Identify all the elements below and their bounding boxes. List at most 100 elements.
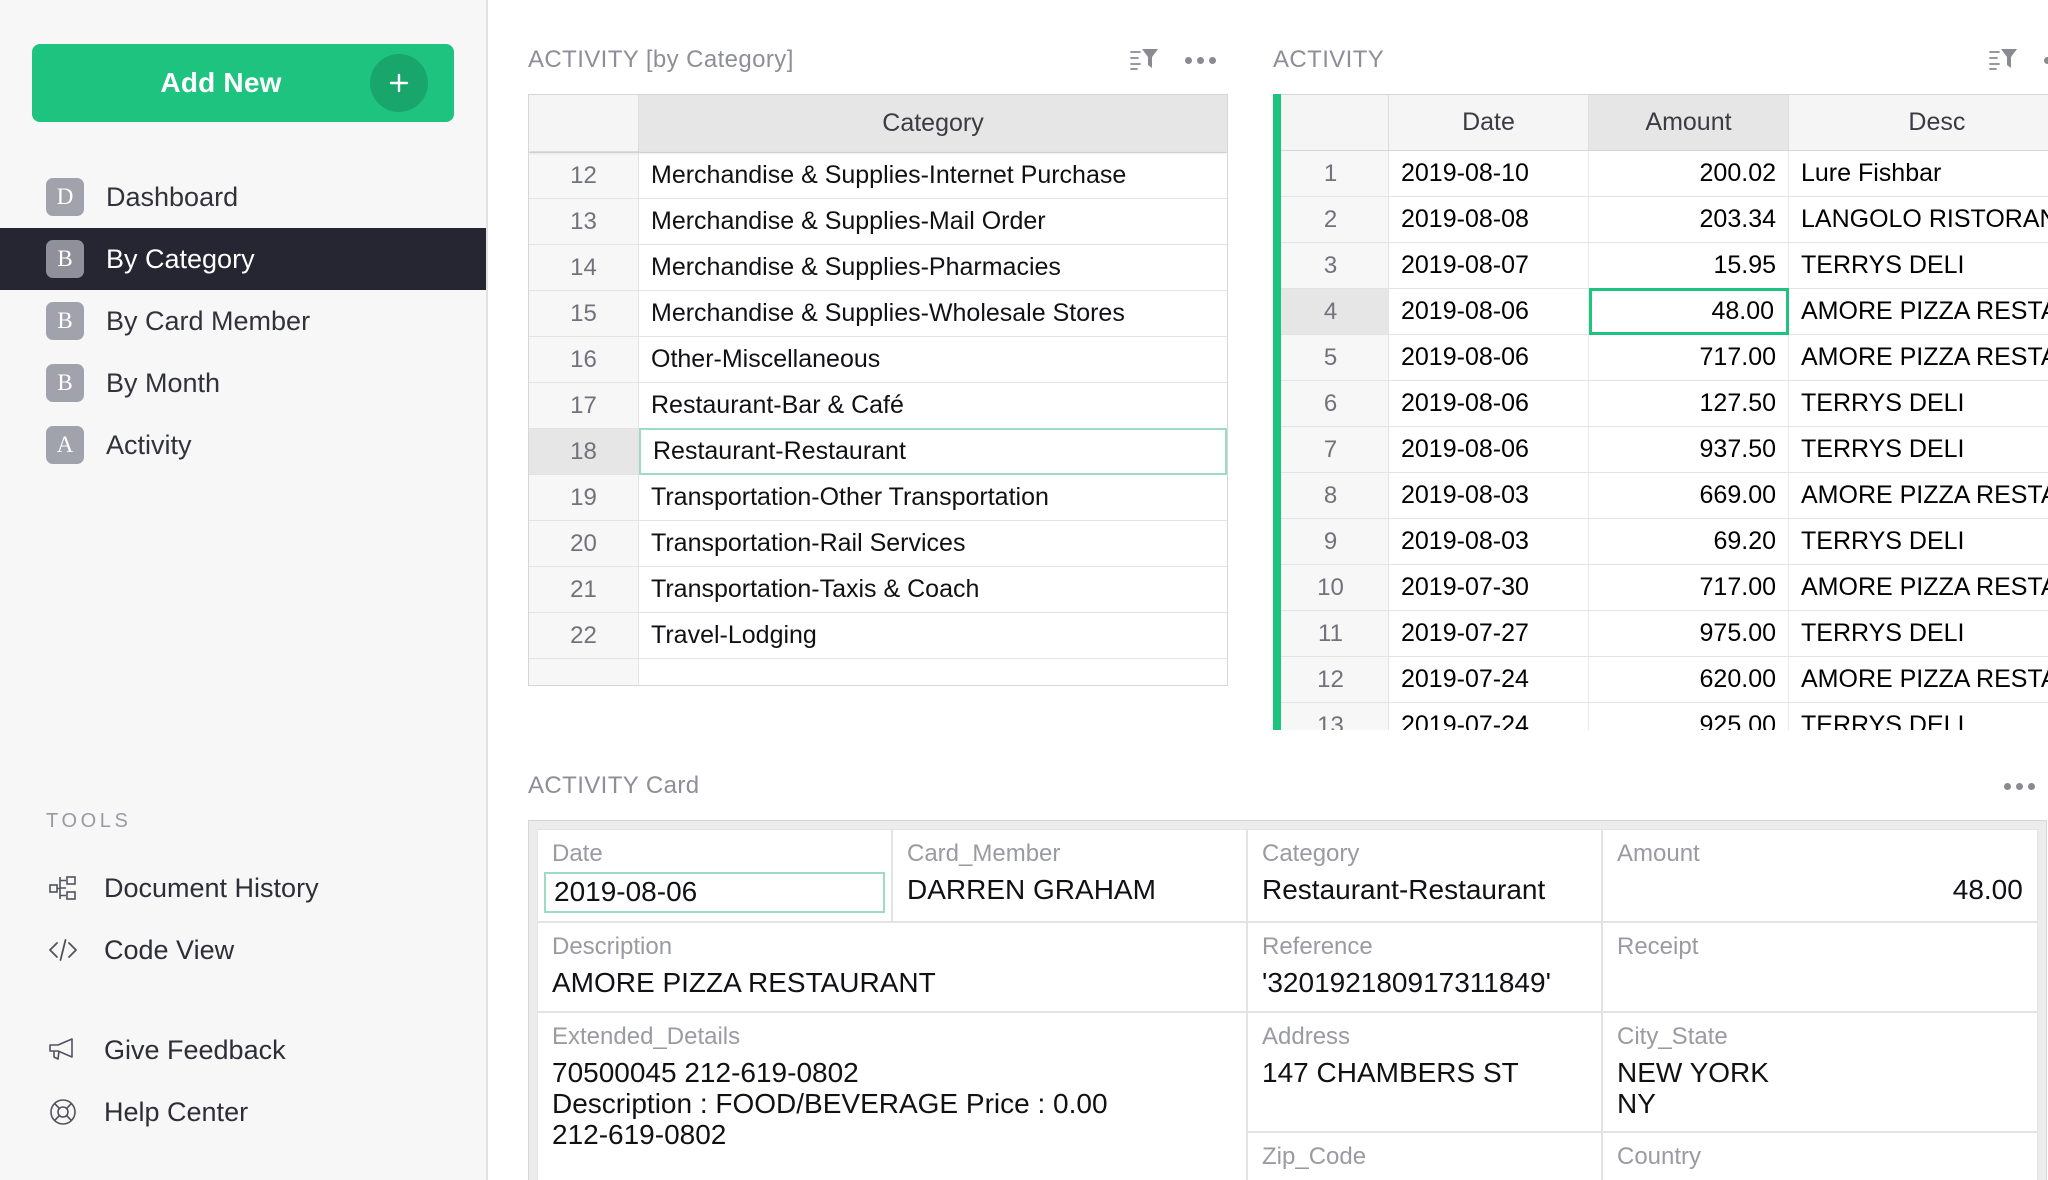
field-value-extended-details-line2[interactable]: Description : FOOD/BEVERAGE Price : 0.00 bbox=[552, 1088, 1232, 1119]
cell-description[interactable]: TERRYS DELI bbox=[1789, 519, 2048, 564]
table-row[interactable]: 19 Transportation-Other Transportation bbox=[529, 475, 1227, 521]
cell-date[interactable]: 2019-08-03 bbox=[1389, 473, 1589, 518]
cell-amount-selected[interactable]: 48.00 bbox=[1589, 288, 1789, 335]
cell-description[interactable]: LANGOLO RISTORANT bbox=[1789, 197, 2048, 242]
more-options-icon[interactable] bbox=[2004, 783, 2035, 790]
table-row-selected[interactable]: 4 2019-08-06 48.00 AMORE PIZZA RESTA bbox=[1273, 289, 2048, 335]
cell-amount[interactable]: 15.95 bbox=[1589, 243, 1789, 288]
field-value-state[interactable]: NY bbox=[1617, 1088, 2023, 1119]
table-row[interactable]: 13 Merchandise & Supplies-Mail Order bbox=[529, 199, 1227, 245]
field-address[interactable]: Address 147 CHAMBERS ST bbox=[1247, 1012, 1602, 1133]
field-date[interactable]: Date 2019-08-06 bbox=[537, 829, 892, 922]
cell-date[interactable]: 2019-07-27 bbox=[1389, 611, 1589, 656]
cell-amount[interactable]: 620.00 bbox=[1589, 657, 1789, 702]
field-value-extended-details-line1[interactable]: 70500045 212-619-0802 bbox=[552, 1057, 1232, 1088]
table-row[interactable]: 20 Transportation-Rail Services bbox=[529, 521, 1227, 567]
field-value-city[interactable]: NEW YORK bbox=[1617, 1057, 2023, 1088]
field-extended-details[interactable]: Extended_Details 70500045 212-619-0802 D… bbox=[537, 1012, 1247, 1180]
table-row[interactable]: 1 2019-08-10 200.02 Lure Fishbar bbox=[1273, 151, 2048, 197]
cell-amount[interactable]: 69.20 bbox=[1589, 519, 1789, 564]
cell-date[interactable]: 2019-08-06 bbox=[1389, 427, 1589, 472]
cell-date[interactable]: 2019-08-07 bbox=[1389, 243, 1589, 288]
field-category[interactable]: Category Restaurant-Restaurant bbox=[1247, 829, 1602, 922]
cell-amount[interactable]: 717.00 bbox=[1589, 335, 1789, 380]
tool-help-center[interactable]: Help Center bbox=[0, 1081, 488, 1143]
category-grid[interactable]: Category 11 Merchandise & Supplies-Groce… bbox=[528, 94, 1228, 686]
field-value-extended-details-line3[interactable]: 212-619-0802 bbox=[552, 1119, 1232, 1150]
cell-amount[interactable]: 203.34 bbox=[1589, 197, 1789, 242]
cell-description[interactable]: AMORE PIZZA RESTA bbox=[1789, 657, 2048, 702]
field-value-description[interactable]: AMORE PIZZA RESTAURANT bbox=[552, 967, 1232, 998]
cell-description[interactable]: AMORE PIZZA RESTA bbox=[1789, 335, 2048, 380]
cell-description[interactable]: Lure Fishbar bbox=[1789, 151, 2048, 196]
field-description[interactable]: Description AMORE PIZZA RESTAURANT bbox=[537, 922, 1247, 1011]
activity-grid[interactable]: Date Amount Desc 1 2019-08-10 200.02 Lur… bbox=[1273, 94, 2048, 730]
cell-category[interactable]: Transportation-Rail Services bbox=[639, 521, 1227, 566]
cell-amount[interactable]: 975.00 bbox=[1589, 611, 1789, 656]
tool-code-view[interactable]: Code View bbox=[0, 919, 488, 981]
table-row[interactable]: 12 2019-07-24 620.00 AMORE PIZZA RESTA bbox=[1273, 657, 2048, 703]
cell-description[interactable]: TERRYS DELI bbox=[1789, 427, 2048, 472]
cell-category[interactable]: Travel-Lodging bbox=[639, 613, 1227, 658]
cell-amount[interactable]: 937.50 bbox=[1589, 427, 1789, 472]
cell-date[interactable]: 2019-08-03 bbox=[1389, 519, 1589, 564]
cell-date[interactable]: 2019-08-06 bbox=[1389, 335, 1589, 380]
cell-amount[interactable]: 669.00 bbox=[1589, 473, 1789, 518]
cell-date[interactable]: 2019-07-30 bbox=[1389, 565, 1589, 610]
cell-amount[interactable]: 200.02 bbox=[1589, 151, 1789, 196]
cell-amount[interactable]: 127.50 bbox=[1589, 381, 1789, 426]
table-row[interactable]: 2 2019-08-08 203.34 LANGOLO RISTORANT bbox=[1273, 197, 2048, 243]
table-row[interactable]: 15 Merchandise & Supplies-Wholesale Stor… bbox=[529, 291, 1227, 337]
sidebar-item-activity[interactable]: A Activity bbox=[0, 414, 486, 476]
field-value-card-member[interactable]: DARREN GRAHAM bbox=[907, 874, 1232, 905]
cell-description[interactable]: AMORE PIZZA RESTA bbox=[1789, 565, 2048, 610]
cell-date[interactable]: 2019-07-24 bbox=[1389, 657, 1589, 702]
cell-amount[interactable]: 717.00 bbox=[1589, 565, 1789, 610]
field-value-reference[interactable]: '320192180917311849' bbox=[1262, 967, 1587, 998]
table-row[interactable]: 14 Merchandise & Supplies-Pharmacies bbox=[529, 245, 1227, 291]
tool-give-feedback[interactable]: Give Feedback bbox=[0, 1019, 488, 1081]
table-row[interactable]: 3 2019-08-07 15.95 TERRYS DELI bbox=[1273, 243, 2048, 289]
cell-date[interactable]: 2019-08-10 bbox=[1389, 151, 1589, 196]
cell-date[interactable]: 2019-08-08 bbox=[1389, 197, 1589, 242]
cell-category-selected[interactable]: Restaurant-Restaurant bbox=[639, 428, 1227, 475]
table-row[interactable]: 8 2019-08-03 669.00 AMORE PIZZA RESTA bbox=[1273, 473, 2048, 519]
cell-category[interactable]: Restaurant-Bar & Café bbox=[639, 383, 1227, 428]
table-row[interactable]: 12 Merchandise & Supplies-Internet Purch… bbox=[529, 153, 1227, 199]
field-value-category[interactable]: Restaurant-Restaurant bbox=[1262, 874, 1587, 905]
table-row[interactable]: 5 2019-08-06 717.00 AMORE PIZZA RESTA bbox=[1273, 335, 2048, 381]
cell-category[interactable]: Merchandise & Supplies-Internet Purchase bbox=[639, 153, 1227, 198]
table-row[interactable]: 7 2019-08-06 937.50 TERRYS DELI bbox=[1273, 427, 2048, 473]
column-header-amount[interactable]: Amount bbox=[1589, 95, 1789, 150]
sidebar-item-by-category[interactable]: B By Category bbox=[0, 228, 486, 290]
field-country[interactable]: Country bbox=[1602, 1132, 2038, 1180]
sort-filter-icon[interactable] bbox=[1129, 47, 1159, 73]
field-zip-code[interactable]: Zip_Code bbox=[1247, 1132, 1602, 1180]
table-row[interactable]: 21 Transportation-Taxis & Coach bbox=[529, 567, 1227, 613]
field-value-address[interactable]: 147 CHAMBERS ST bbox=[1262, 1057, 1587, 1088]
sidebar-item-by-month[interactable]: B By Month bbox=[0, 352, 486, 414]
sidebar-item-dashboard[interactable]: D Dashboard bbox=[0, 166, 486, 228]
cell-description[interactable]: TERRYS DELI bbox=[1789, 243, 2048, 288]
cell-category[interactable]: Merchandise & Supplies-Mail Order bbox=[639, 199, 1227, 244]
field-reference[interactable]: Reference '320192180917311849' bbox=[1247, 922, 1602, 1011]
cell-description[interactable]: TERRYS DELI bbox=[1789, 381, 2048, 426]
table-row[interactable]: 10 2019-07-30 717.00 AMORE PIZZA RESTA bbox=[1273, 565, 2048, 611]
table-row[interactable]: 22 Travel-Lodging bbox=[529, 613, 1227, 659]
cell-description[interactable]: TERRYS DELI bbox=[1789, 611, 2048, 656]
sort-filter-icon[interactable] bbox=[1988, 47, 2018, 73]
table-row[interactable]: 13 2019-07-24 925.00 TERRYS DELI bbox=[1273, 703, 2048, 730]
add-new-button[interactable]: Add New bbox=[32, 44, 454, 122]
more-options-icon[interactable] bbox=[1185, 57, 1216, 64]
cell-category[interactable]: Merchandise & Supplies-Pharmacies bbox=[639, 245, 1227, 290]
table-row[interactable]: 9 2019-08-03 69.20 TERRYS DELI bbox=[1273, 519, 2048, 565]
table-row-empty[interactable] bbox=[529, 659, 1227, 686]
column-header-category[interactable]: Category bbox=[639, 95, 1227, 151]
cell-description[interactable]: AMORE PIZZA RESTA bbox=[1789, 473, 2048, 518]
column-header-description[interactable]: Desc bbox=[1789, 95, 2048, 150]
table-row[interactable]: 6 2019-08-06 127.50 TERRYS DELI bbox=[1273, 381, 2048, 427]
sidebar-item-by-card-member[interactable]: B By Card Member bbox=[0, 290, 486, 352]
table-row-selected[interactable]: 18 Restaurant-Restaurant bbox=[529, 429, 1227, 475]
field-amount[interactable]: Amount 48.00 bbox=[1602, 829, 2038, 922]
table-row[interactable]: 16 Other-Miscellaneous bbox=[529, 337, 1227, 383]
